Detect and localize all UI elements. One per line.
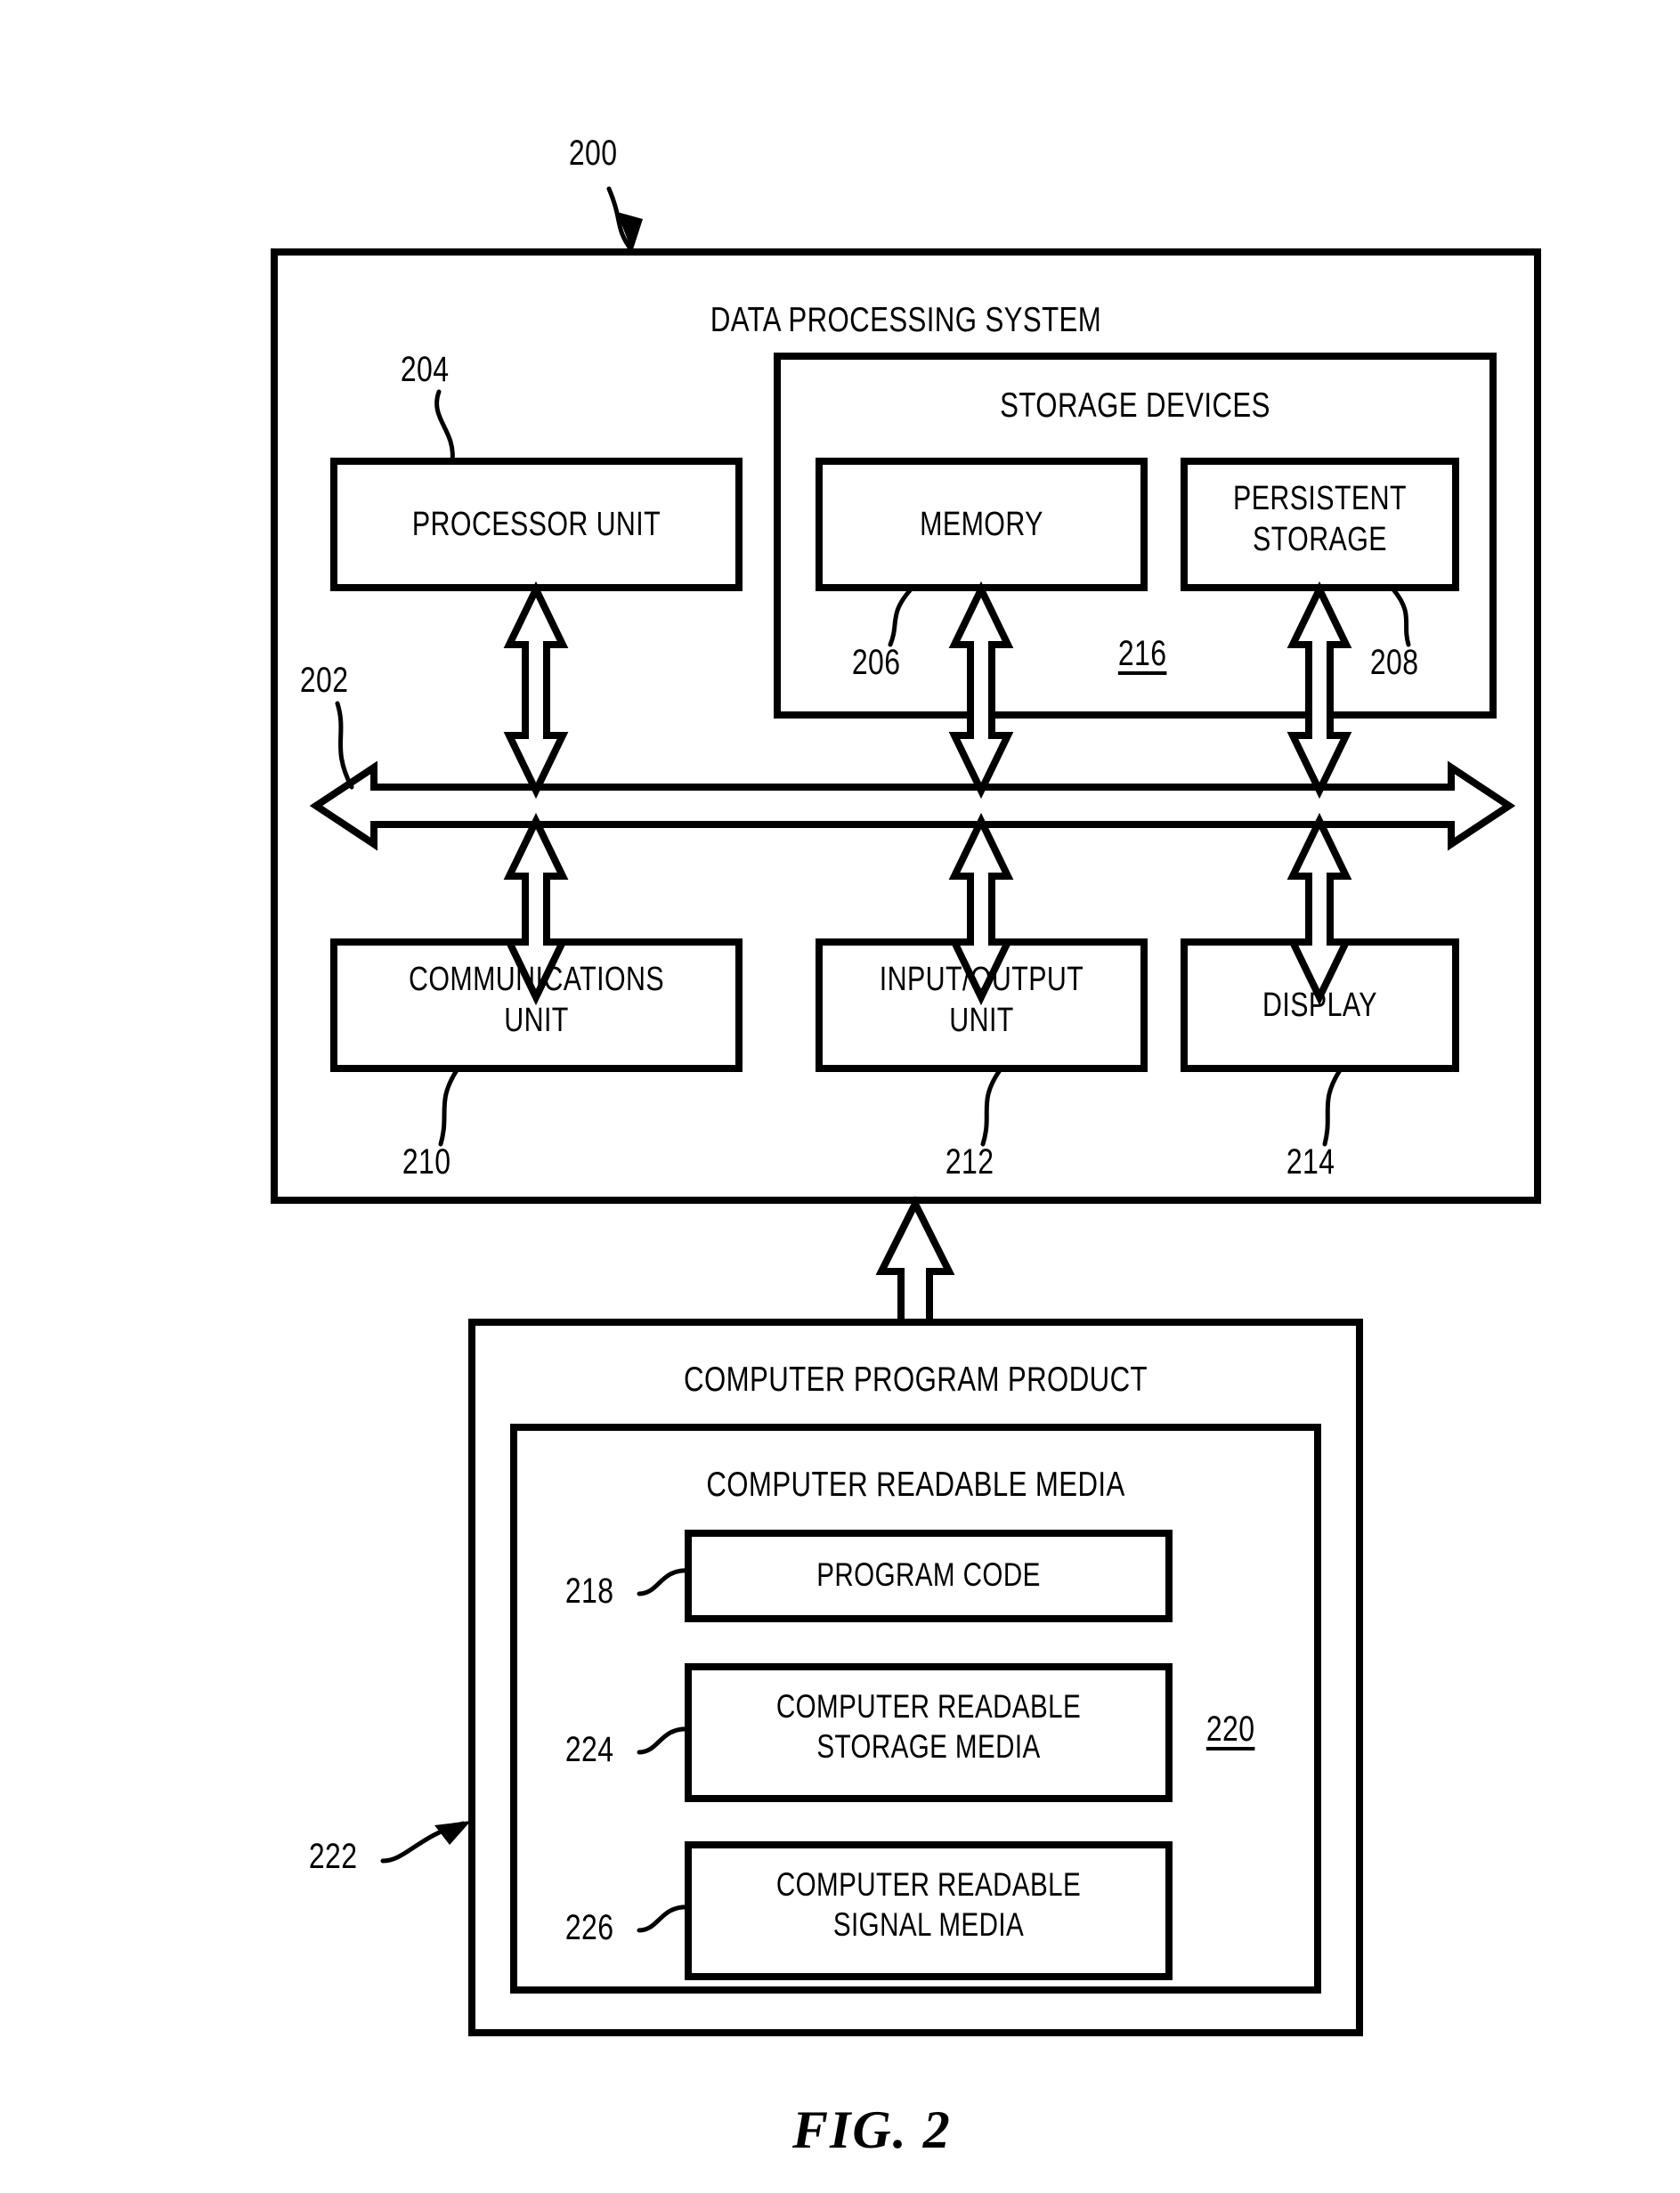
processor-bus-arrow [503,581,569,800]
computer-readable-signal-media-label: COMPUTER READABLE SIGNAL MEDIA [775,1866,1082,1944]
reference-202: 202 [299,661,349,700]
leader-218 [637,1568,691,1596]
leader-206 [888,587,913,647]
input-output-unit-label: INPUT/OUTPUT UNIT [879,961,1084,1040]
display-label: DISPLAY [1262,987,1377,1024]
leader-208 [1391,587,1411,647]
reference-208: 208 [1369,643,1419,682]
system-bus-arrow [309,760,1516,851]
persistent-storage-label: PERSISTENT STORAGE [1233,480,1407,559]
processor-unit-label: PROCESSOR UNIT [411,506,661,543]
reference-200: 200 [568,134,618,173]
reference-226: 226 [564,1908,614,1947]
leader-202 [335,701,354,790]
storage-devices-title: STORAGE DEVICES [1000,386,1270,425]
leader-204 [434,389,455,464]
reference-224: 224 [564,1730,614,1769]
leader-210 [438,1068,459,1147]
figure-caption: FIG. 2 [792,2100,952,2159]
persistent-storage-bus-arrow [1286,581,1352,800]
memory-bus-arrow [948,581,1014,800]
reference-212: 212 [945,1142,994,1182]
communications-unit-label: COMMUNICATIONS UNIT [408,961,665,1040]
leader-224 [637,1726,691,1755]
reference-222: 222 [308,1837,358,1876]
reference-206: 206 [851,643,901,682]
reference-216: 216 [1117,634,1167,673]
reference-220: 220 [1205,1710,1255,1749]
display-bus-arrow [1286,812,1352,1006]
program-code-label: PROGRAM CODE [816,1556,1041,1593]
patent-figure-page: DATA PROCESSING SYSTEM STORAGE DEVICES P… [0,0,1680,2193]
leader-214 [1322,1068,1343,1147]
page-title: DATA PROCESSING SYSTEM [710,301,1102,339]
leader-226 [637,1905,691,1933]
reference-218: 218 [564,1572,614,1611]
computer-readable-storage-media-label: COMPUTER READABLE STORAGE MEDIA [775,1688,1082,1766]
program-product-load-arrow [875,1196,955,1326]
leader-212 [980,1068,1002,1147]
memory-label: MEMORY [920,506,1043,543]
reference-204: 204 [400,350,450,389]
reference-210: 210 [402,1142,451,1182]
computer-readable-media-title: COMPUTER READABLE MEDIA [706,1466,1125,1504]
computer-program-product-title: COMPUTER PROGRAM PRODUCT [684,1360,1148,1399]
reference-214: 214 [1286,1142,1335,1182]
